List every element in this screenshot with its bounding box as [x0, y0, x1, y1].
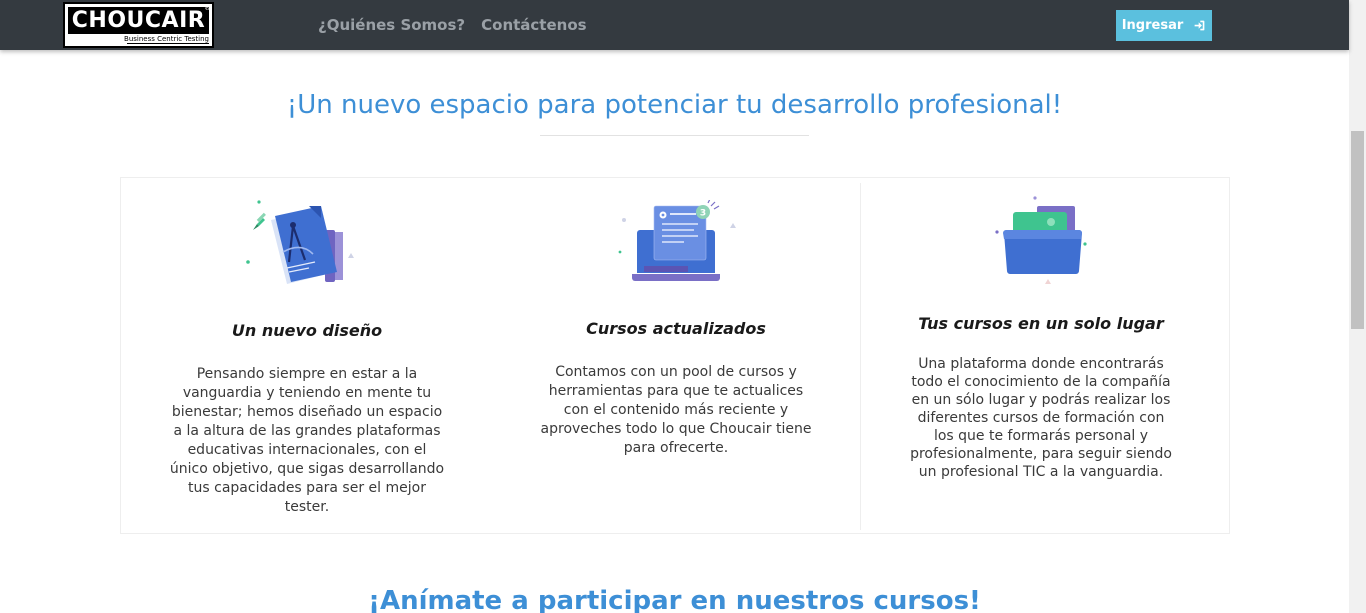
feature-title-updated-courses: Cursos actualizados — [586, 319, 766, 338]
laptop-notification-icon: 3 — [618, 200, 736, 281]
folder-files-icon — [995, 196, 1087, 284]
cta-title: ¡Anímate a participar en nuestros cursos… — [368, 586, 981, 613]
features-panel: Un nuevo diseño Pensando siempre en esta… — [120, 177, 1230, 534]
nav-link-contactenos[interactable]: Contáctenos — [481, 16, 586, 34]
feature-desc-updated-courses: Contamos con un pool de cursos y herrami… — [540, 364, 812, 456]
scrollbar-thumb[interactable] — [1351, 131, 1364, 329]
logo-wordmark: CHOUCAIR — [68, 7, 209, 34]
login-button-label: Ingresar — [1121, 18, 1184, 33]
choucair-logo[interactable]: CHOUCAIR ® Business Centric Testing — [63, 2, 214, 48]
logo-registered-mark: ® — [204, 4, 211, 12]
feature-desc-one-place: Una plataforma donde encontrarás todo el… — [910, 356, 1172, 480]
hero-divider — [540, 135, 809, 136]
page-scrollbar[interactable] — [1349, 0, 1366, 613]
logo-underline — [127, 43, 209, 44]
navbar: CHOUCAIR ® Business Centric Testing ¿Qui… — [0, 0, 1349, 50]
logo-tagline: Business Centric Testing — [124, 35, 209, 43]
page: CHOUCAIR ® Business Centric Testing ¿Qui… — [0, 0, 1366, 613]
hero-title: ¡Un nuevo espacio para potenciar tu desa… — [286, 90, 1063, 120]
login-button[interactable]: Ingresar — [1116, 10, 1212, 41]
design-document-compass-icon — [246, 200, 354, 284]
nav-links: ¿Quiénes Somos? Contáctenos — [318, 16, 587, 34]
sign-in-icon — [1194, 20, 1205, 31]
nav-link-quienes-somos[interactable]: ¿Quiénes Somos? — [318, 16, 465, 34]
column-divider — [860, 183, 861, 530]
feature-desc-design: Pensando siempre en estar a la vanguardi… — [169, 366, 445, 515]
svg-text:3: 3 — [700, 209, 706, 219]
feature-title-design: Un nuevo diseño — [231, 321, 383, 340]
feature-title-one-place: Tus cursos en un solo lugar — [918, 314, 1164, 333]
